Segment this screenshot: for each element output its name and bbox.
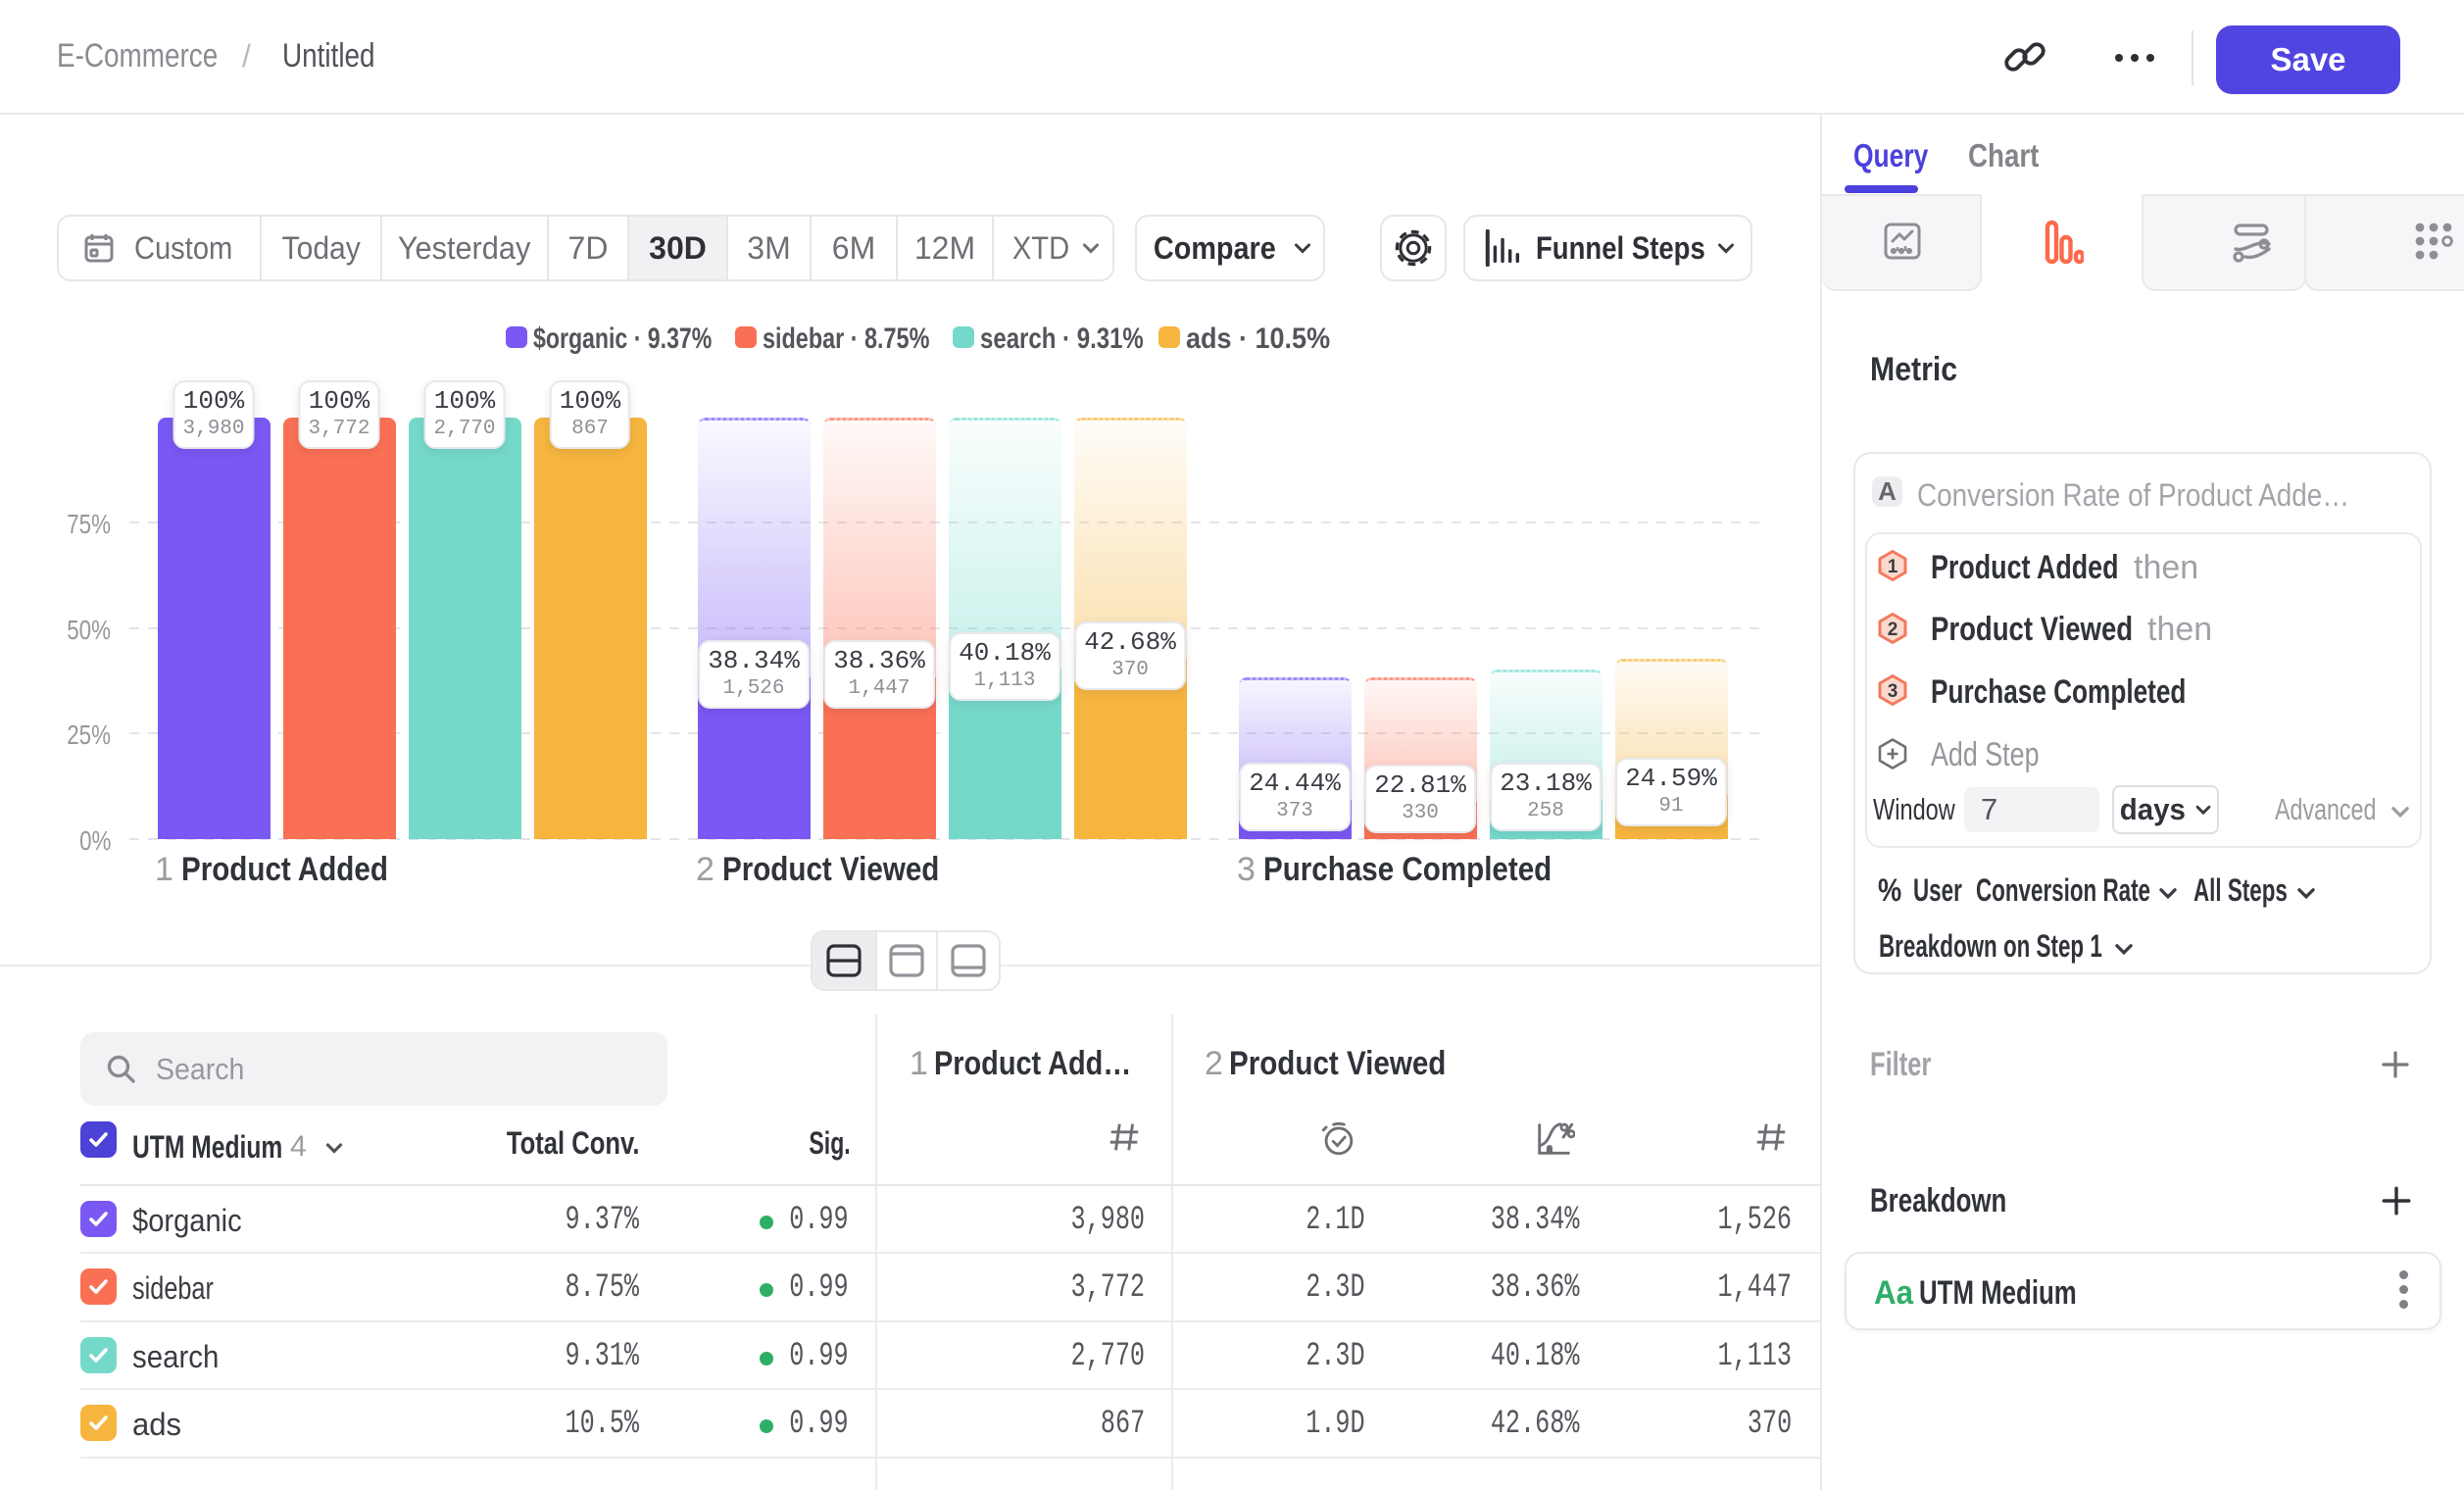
svg-text:3: 3 [1888,681,1898,702]
svg-text:2: 2 [1888,620,1898,640]
svg-text:1: 1 [1888,557,1898,577]
